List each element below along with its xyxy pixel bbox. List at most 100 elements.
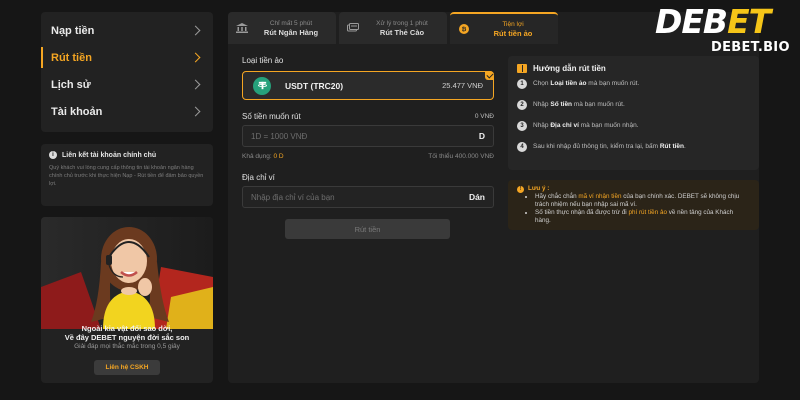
note-text: Hãy chắc chắn — [535, 193, 579, 200]
available-balance: Khả dụng: 0 D — [242, 153, 284, 160]
wallet-label: Địa chỉ ví — [242, 173, 275, 182]
sidebar-item-deposit[interactable]: Nạp tiền — [41, 17, 213, 44]
sidebar-item-account[interactable]: Tài khoản — [41, 98, 213, 125]
withdraw-note: ! Lưu ý : Hãy chắc chắn mã ví nhận tiền … — [508, 180, 759, 230]
svg-text:₿: ₿ — [462, 26, 467, 33]
tab-text: Tiện lợi Rút tiền ảo — [478, 20, 558, 39]
debet-logo: DEBET DEBET.BIO — [655, 4, 795, 60]
tab-bank-withdraw[interactable]: Chỉ mất 5 phút Rút Ngân Hàng — [228, 12, 336, 44]
guide-step: 2 Nhập Số tiền mà bạn muốn rút. — [517, 94, 750, 115]
step-text: Nhập Địa chỉ ví mà bạn muốn nhận. — [533, 122, 639, 129]
chevron-right-icon — [190, 106, 201, 117]
chevron-right-icon — [190, 25, 201, 36]
note-text: Số tiền thực nhận đã được trừ đi — [535, 209, 629, 216]
guide-title-row: Hướng dẫn rút tiền — [517, 64, 750, 73]
contact-support-button[interactable]: Liên hệ CSKH — [94, 360, 160, 375]
warning-icon: ! — [517, 185, 524, 193]
step-text-pre: Sau khi nhập đủ thông tin, kiểm tra lại,… — [533, 143, 660, 150]
minimum-amount: Tối thiểu 400.000 VNĐ — [428, 153, 494, 160]
withdraw-panel: Chỉ mất 5 phút Rút Ngân Hàng Xử lý trong… — [228, 12, 759, 383]
support-promo-card: Ngoài kia vật đổi sao dời, Về đây DEBET … — [41, 217, 213, 383]
link-account-description: Quý khách vui lòng cung cấp thông tin tà… — [49, 165, 204, 187]
bank-icon — [236, 23, 248, 33]
step-text-bold: Loại tiền ảo — [550, 80, 587, 87]
step-text: Chọn Loại tiền ảo mà bạn muốn rút. — [533, 80, 639, 87]
wallet-placeholder: Nhập địa chỉ ví của bạn — [251, 192, 335, 202]
tab-crypto-withdraw[interactable]: ₿ Tiện lợi Rút tiền ảo — [450, 12, 558, 44]
step-text-post: mà bạn muốn rút. — [586, 80, 640, 87]
promo-slogan-line1: Ngoài kia vật đổi sao dời, — [81, 324, 173, 333]
step-number: 1 — [517, 78, 527, 89]
tether-icon — [253, 76, 271, 95]
step-text-post: mà bạn muốn nhận. — [578, 122, 639, 129]
sidebar-item-label: Lịch sử — [51, 78, 91, 91]
note-item: Hãy chắc chắn mã ví nhận tiền của bạn ch… — [535, 193, 750, 209]
coin-select[interactable]: USDT (TRC20) 25.477 VNĐ — [242, 71, 494, 100]
promo-slogan-line2: Về đây DEBET nguyện đời sắc son — [64, 333, 190, 342]
amount-label: Số tiền muốn rút — [242, 112, 301, 121]
sidebar-item-withdraw[interactable]: Rút tiền — [41, 44, 213, 71]
link-account-card[interactable]: i Liên kết tài khoản chính chủ Quý khách… — [41, 144, 213, 206]
promo-subtitle: Giải đáp mọi thắc mắc trong 0,5 giây — [74, 343, 180, 350]
coin-type-label: Loại tiền ảo — [242, 56, 284, 65]
tab-subtitle: Xử lý trong 1 phút — [376, 19, 428, 27]
coin-balance: 25.477 VNĐ — [442, 81, 483, 90]
step-text-bold: Địa chỉ ví — [550, 122, 579, 129]
note-highlight: mã ví nhận tiền — [578, 193, 622, 200]
sidebar-item-history[interactable]: Lịch sử — [41, 71, 213, 98]
step-number: 3 — [517, 120, 527, 131]
tab-text: Chỉ mất 5 phút Rút Ngân Hàng — [256, 19, 336, 38]
chevron-right-icon — [190, 79, 201, 90]
step-text: Sau khi nhập đủ thông tin, kiểm tra lại,… — [533, 143, 686, 150]
promo-text: Ngoài kia vật đổi sao dời, Về đây DEBET … — [41, 324, 213, 352]
card-icon — [347, 23, 359, 32]
amount-input[interactable]: 1D = 1000 VNĐ D — [242, 125, 494, 147]
tab-subtitle: Tiện lợi — [502, 20, 524, 28]
bitcoin-icon: ₿ — [459, 24, 469, 34]
sidebar-item-label: Rút tiền — [51, 51, 92, 64]
withdraw-tabs: Chỉ mất 5 phút Rút Ngân Hàng Xử lý trong… — [228, 12, 558, 44]
sidebar-item-label: Tài khoản — [51, 105, 103, 118]
available-value: 0 D — [273, 153, 284, 160]
step-number: 4 — [517, 141, 527, 152]
logo-wordmark: DEBET — [655, 2, 771, 41]
step-text-bold: Số tiền — [550, 101, 573, 108]
guide-step: 1 Chọn Loại tiền ảo mà bạn muốn rút. — [517, 73, 750, 94]
tab-text: Xử lý trong 1 phút Rút Thẻ Cào — [367, 19, 447, 38]
chevron-right-icon — [190, 52, 201, 63]
wallet-address-input[interactable]: Nhập địa chỉ ví của bạn Dán — [242, 186, 494, 208]
amount-placeholder: 1D = 1000 VNĐ — [251, 131, 308, 141]
link-account-title-row: i Liên kết tài khoản chính chủ — [49, 151, 205, 159]
step-text-bold: Rút tiền — [659, 143, 685, 150]
note-list: Hãy chắc chắn mã ví nhận tiền của bạn ch… — [535, 193, 750, 225]
step-text-pre: Chọn — [533, 80, 551, 87]
withdraw-guide: Hướng dẫn rút tiền 1 Chọn Loại tiền ảo m… — [508, 56, 759, 170]
tab-label: Rút Thẻ Cào — [379, 27, 425, 37]
tab-card-withdraw[interactable]: Xử lý trong 1 phút Rút Thẻ Cào — [339, 12, 447, 44]
sidebar-nav: Nạp tiền Rút tiền Lịch sử Tài khoản — [41, 12, 213, 132]
tab-label: Rút tiền ảo — [493, 28, 533, 38]
logo-part-accent: ET — [727, 2, 771, 41]
amount-value: 0 VNĐ — [474, 113, 494, 120]
note-header: ! Lưu ý : — [517, 185, 750, 193]
paste-button[interactable]: Dán — [469, 192, 485, 202]
coin-name: USDT (TRC20) — [285, 80, 344, 91]
available-label: Khả dụng: — [242, 153, 272, 160]
check-icon — [485, 71, 494, 80]
note-highlight: phí rút tiền ảo — [628, 209, 667, 216]
step-number: 2 — [517, 99, 527, 110]
amount-suffix: D — [478, 131, 485, 141]
step-text-pre: Nhập — [533, 101, 551, 108]
logo-part: DEB — [655, 2, 728, 41]
step-text-pre: Nhập — [533, 122, 551, 129]
note-item: Số tiền thực nhận đã được trừ đi phí rút… — [535, 209, 750, 225]
link-account-title: Liên kết tài khoản chính chủ — [62, 151, 157, 159]
support-agent-illustration — [41, 217, 213, 329]
note-title: Lưu ý : — [528, 185, 550, 192]
withdraw-submit-button[interactable]: Rút tiền — [285, 219, 450, 239]
step-text-post: . — [684, 143, 686, 150]
book-icon — [517, 64, 527, 73]
info-icon: i — [49, 151, 57, 159]
guide-step: 3 Nhập Địa chỉ ví mà bạn muốn nhận. — [517, 115, 750, 136]
guide-title: Hướng dẫn rút tiền — [533, 64, 606, 73]
